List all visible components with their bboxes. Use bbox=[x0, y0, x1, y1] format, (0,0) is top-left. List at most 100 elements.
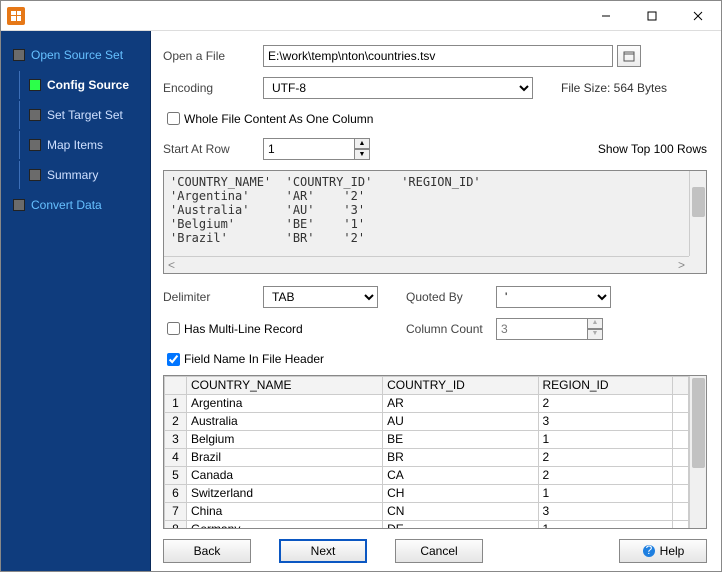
raw-preview-box: 'COUNTRY_NAME' 'COUNTRY_ID' 'REGION_ID' … bbox=[163, 170, 707, 274]
show-top-rows-label: Show Top 100 Rows bbox=[598, 142, 707, 156]
sidebar-item-summary[interactable]: Summary bbox=[1, 161, 150, 189]
cell[interactable]: Australia bbox=[187, 412, 383, 430]
cell[interactable]: 3 bbox=[538, 412, 672, 430]
quoted-by-label: Quoted By bbox=[406, 290, 496, 304]
multiline-checkbox[interactable] bbox=[167, 322, 180, 335]
row-number: 5 bbox=[165, 466, 187, 484]
row-number: 6 bbox=[165, 484, 187, 502]
cell-empty bbox=[672, 394, 688, 412]
cell-empty bbox=[672, 430, 688, 448]
delimiter-select[interactable]: TAB bbox=[263, 286, 378, 308]
cell[interactable]: 2 bbox=[538, 394, 672, 412]
maximize-button[interactable] bbox=[629, 1, 675, 30]
delimiter-label: Delimiter bbox=[163, 290, 263, 304]
cell[interactable]: China bbox=[187, 502, 383, 520]
cancel-button[interactable]: Cancel bbox=[395, 539, 483, 563]
table-row[interactable]: 8 Germany DE 1 bbox=[165, 520, 689, 529]
cell[interactable]: Brazil bbox=[187, 448, 383, 466]
window-controls bbox=[583, 1, 721, 30]
start-row-down[interactable]: ▼ bbox=[354, 149, 370, 160]
cell[interactable]: Belgium bbox=[187, 430, 383, 448]
table-scrollbar-vertical[interactable] bbox=[689, 376, 706, 528]
parsed-table: COUNTRY_NAME COUNTRY_ID REGION_ID 1 Arge… bbox=[163, 375, 707, 529]
cell[interactable]: 2 bbox=[538, 466, 672, 484]
cell[interactable]: AU bbox=[383, 412, 538, 430]
sidebar-item-config-source[interactable]: Config Source bbox=[1, 71, 150, 99]
cell[interactable]: 1 bbox=[538, 520, 672, 529]
start-at-row-label: Start At Row bbox=[163, 142, 263, 156]
sidebar-item-convert-data[interactable]: Convert Data bbox=[1, 191, 150, 219]
row-number: 8 bbox=[165, 520, 187, 529]
cell-empty bbox=[672, 448, 688, 466]
raw-preview-text: 'COUNTRY_NAME' 'COUNTRY_ID' 'REGION_ID' … bbox=[164, 171, 706, 257]
start-row-input[interactable] bbox=[263, 138, 355, 160]
table-row[interactable]: 6 Switzerland CH 1 bbox=[165, 484, 689, 502]
table-row[interactable]: 2 Australia AU 3 bbox=[165, 412, 689, 430]
encoding-select[interactable]: UTF-8 bbox=[263, 77, 533, 99]
cell[interactable]: Argentina bbox=[187, 394, 383, 412]
open-file-label: Open a File bbox=[163, 49, 263, 63]
cell[interactable]: CN bbox=[383, 502, 538, 520]
row-number: 4 bbox=[165, 448, 187, 466]
back-button[interactable]: Back bbox=[163, 539, 251, 563]
table-row[interactable]: 7 China CN 3 bbox=[165, 502, 689, 520]
next-button[interactable]: Next bbox=[279, 539, 367, 563]
col-header[interactable]: REGION_ID bbox=[538, 376, 672, 394]
table-row[interactable]: 5 Canada CA 2 bbox=[165, 466, 689, 484]
help-icon: ? bbox=[642, 544, 656, 558]
cell-empty bbox=[672, 412, 688, 430]
cell[interactable]: CH bbox=[383, 484, 538, 502]
main-panel: Open a File Encoding UTF-8 File Size: 56… bbox=[151, 31, 721, 571]
sidebar-item-open-source-set[interactable]: Open Source Set bbox=[1, 41, 150, 69]
field-header-checkbox[interactable] bbox=[167, 353, 180, 366]
cell[interactable]: Germany bbox=[187, 520, 383, 529]
row-number: 1 bbox=[165, 394, 187, 412]
col-header[interactable]: COUNTRY_ID bbox=[383, 376, 538, 394]
cell[interactable]: 2 bbox=[538, 448, 672, 466]
encoding-label: Encoding bbox=[163, 81, 263, 95]
row-number: 3 bbox=[165, 430, 187, 448]
column-count-label: Column Count bbox=[406, 322, 496, 336]
multiline-label: Has Multi-Line Record bbox=[184, 322, 303, 336]
cell[interactable]: AR bbox=[383, 394, 538, 412]
start-row-up[interactable]: ▲ bbox=[354, 138, 370, 149]
cell[interactable]: 1 bbox=[538, 484, 672, 502]
cell-empty bbox=[672, 484, 688, 502]
row-number: 2 bbox=[165, 412, 187, 430]
preview-scrollbar-vertical[interactable] bbox=[689, 171, 706, 256]
help-button[interactable]: ? Help bbox=[619, 539, 707, 563]
cell[interactable]: DE bbox=[383, 520, 538, 529]
start-row-spinner[interactable]: ▲ ▼ bbox=[263, 138, 370, 160]
sidebar-item-set-target-set[interactable]: Set Target Set bbox=[1, 101, 150, 129]
field-header-label: Field Name In File Header bbox=[184, 352, 324, 366]
table-row[interactable]: 3 Belgium BE 1 bbox=[165, 430, 689, 448]
column-count-down: ▼ bbox=[587, 329, 603, 340]
minimize-button[interactable] bbox=[583, 1, 629, 30]
cell[interactable]: BE bbox=[383, 430, 538, 448]
quoted-by-select[interactable]: ' bbox=[496, 286, 611, 308]
close-button[interactable] bbox=[675, 1, 721, 30]
row-number: 7 bbox=[165, 502, 187, 520]
title-bar bbox=[1, 1, 721, 31]
file-path-input[interactable] bbox=[263, 45, 613, 67]
table-row[interactable]: 4 Brazil BR 2 bbox=[165, 448, 689, 466]
col-header[interactable]: COUNTRY_NAME bbox=[187, 376, 383, 394]
cell[interactable]: 3 bbox=[538, 502, 672, 520]
cell[interactable]: CA bbox=[383, 466, 538, 484]
preview-scrollbar-horizontal[interactable]: <> bbox=[164, 256, 689, 273]
whole-file-label: Whole File Content As One Column bbox=[184, 112, 373, 126]
cell[interactable]: BR bbox=[383, 448, 538, 466]
browse-file-button[interactable] bbox=[617, 45, 641, 67]
cell[interactable]: Canada bbox=[187, 466, 383, 484]
column-count-input bbox=[496, 318, 588, 340]
wizard-footer: Back Next Cancel ? Help bbox=[163, 539, 707, 563]
table-corner bbox=[165, 376, 187, 394]
table-row[interactable]: 1 Argentina AR 2 bbox=[165, 394, 689, 412]
whole-file-checkbox[interactable] bbox=[167, 112, 180, 125]
cell[interactable]: Switzerland bbox=[187, 484, 383, 502]
sidebar-item-map-items[interactable]: Map Items bbox=[1, 131, 150, 159]
cell[interactable]: 1 bbox=[538, 430, 672, 448]
svg-text:?: ? bbox=[645, 544, 652, 557]
column-count-spinner: ▲ ▼ bbox=[496, 318, 603, 340]
column-count-up: ▲ bbox=[587, 318, 603, 329]
